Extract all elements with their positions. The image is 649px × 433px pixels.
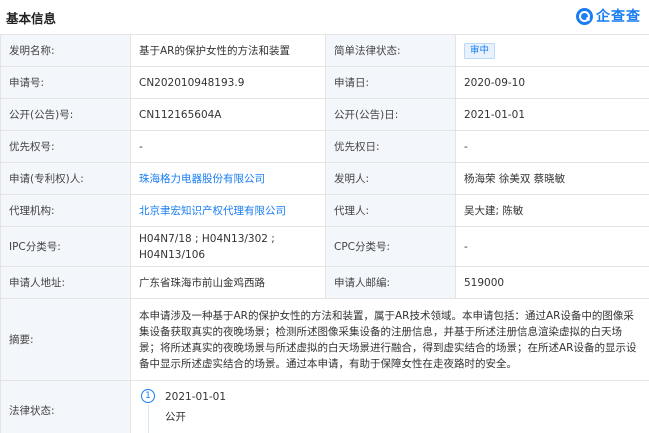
inventor-value: 杨海荣 徐美双 蔡晓敏 — [455, 162, 649, 195]
table-row: 发明名称: 基于AR的保护女性的方法和装置 简单法律状态: 审中 — [0, 34, 649, 67]
address-value: 广东省珠海市前山金鸡西路 — [130, 266, 326, 299]
abstract-label: 摘要: — [0, 298, 131, 381]
page-title: 基本信息 — [6, 11, 57, 26]
table-row: 优先权号: - 优先权日: - — [0, 130, 649, 163]
table-row: 法律状态: 1 2021-01-01 公开 — [0, 380, 649, 433]
publication-no-label: 公开(公告)号: — [0, 98, 131, 131]
inventor-label: 发明人: — [325, 162, 456, 195]
publication-date-label: 公开(公告)日: — [325, 98, 456, 131]
priority-date-value: - — [455, 130, 649, 163]
legal-status-brief-cell: 审中 — [455, 34, 649, 67]
publication-date-value: 2021-01-01 — [455, 98, 649, 131]
application-date-label: 申请日: — [325, 66, 456, 99]
timeline-connector — [148, 405, 149, 433]
table-row: IPC分类号: H04N7/18 ; H04N13/302 ; H04N13/1… — [0, 226, 649, 267]
table-row: 代理机构: 北京聿宏知识产权代理有限公司 代理人: 吴大建; 陈敏 — [0, 194, 649, 227]
address-label: 申请人地址: — [0, 266, 131, 299]
section-header: 基本信息 企查查 — [0, 0, 649, 34]
publication-no-value: CN112165604A — [130, 98, 326, 131]
qichacha-logo[interactable]: 企查查 — [576, 6, 641, 26]
status-badge: 审中 — [464, 43, 496, 59]
table-row: 申请(专利权)人: 珠海格力电器股份有限公司 发明人: 杨海荣 徐美双 蔡晓敏 — [0, 162, 649, 195]
cpc-value: - — [455, 226, 649, 267]
agency-link[interactable]: 北京聿宏知识产权代理有限公司 — [130, 194, 326, 227]
table-row: 公开(公告)号: CN112165604A 公开(公告)日: 2021-01-0… — [0, 98, 649, 131]
ipc-label: IPC分类号: — [0, 226, 131, 267]
priority-date-label: 优先权日: — [325, 130, 456, 163]
magnifier-logo-icon — [576, 7, 593, 25]
application-date-value: 2020-09-10 — [455, 66, 649, 99]
table-row: 申请人地址: 广东省珠海市前山金鸡西路 申请人邮编: 519000 — [0, 266, 649, 299]
agency-label: 代理机构: — [0, 194, 131, 227]
patent-info-table: 发明名称: 基于AR的保护女性的方法和装置 简单法律状态: 审中 申请号: CN… — [0, 34, 649, 433]
table-row: 摘要: 本申请涉及一种基于AR的保护女性的方法和装置，属于AR技术领域。本申请包… — [0, 298, 649, 381]
ipc-value: H04N7/18 ; H04N13/302 ; H04N13/106 — [130, 226, 326, 267]
brand-name: 企查查 — [596, 9, 641, 25]
legal-status-label: 法律状态: — [0, 380, 131, 433]
invention-name-value: 基于AR的保护女性的方法和装置 — [130, 34, 326, 67]
application-no-value: CN202010948193.9 — [130, 66, 326, 99]
priority-no-label: 优先权号: — [0, 130, 131, 163]
postcode-value: 519000 — [455, 266, 649, 299]
timeline-step-number: 1 — [141, 389, 155, 403]
abstract-text: 本申请涉及一种基于AR的保护女性的方法和装置，属于AR技术领域。本申请包括：通过… — [130, 298, 649, 381]
table-row: 申请号: CN202010948193.9 申请日: 2020-09-10 — [0, 66, 649, 99]
invention-name-label: 发明名称: — [0, 34, 131, 67]
legal-status-brief-label: 简单法律状态: — [325, 34, 456, 67]
postcode-label: 申请人邮编: — [325, 266, 456, 299]
priority-no-value: - — [130, 130, 326, 163]
timeline-step-status: 公开 — [165, 411, 186, 423]
applicant-label: 申请(专利权)人: — [0, 162, 131, 195]
applicant-link[interactable]: 珠海格力电器股份有限公司 — [130, 162, 326, 195]
agent-label: 代理人: — [325, 194, 456, 227]
application-no-label: 申请号: — [0, 66, 131, 99]
cpc-label: CPC分类号: — [325, 226, 456, 267]
legal-status-timeline: 1 2021-01-01 公开 — [130, 380, 649, 433]
agent-value: 吴大建; 陈敏 — [455, 194, 649, 227]
timeline-step-date: 2021-01-01 — [165, 391, 227, 403]
